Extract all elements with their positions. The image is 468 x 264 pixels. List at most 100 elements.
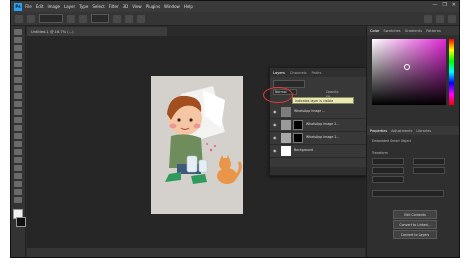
menu-edit[interactable]: Edit — [36, 4, 44, 9]
brush-tool-icon[interactable] — [14, 93, 22, 99]
tools-panel — [11, 26, 26, 257]
share-icon[interactable] — [448, 14, 456, 23]
layer-row[interactable]: ◉ WhatsApp Image ... — [270, 106, 368, 119]
layers-panel-tabs: Layers Channels Paths — [270, 68, 368, 77]
option-toggle-icon[interactable] — [67, 14, 75, 23]
frame-tool-icon[interactable] — [14, 69, 22, 75]
menu-filter[interactable]: Filter — [109, 4, 119, 9]
more-tools-icon[interactable] — [14, 197, 22, 203]
lasso-tool-icon[interactable] — [14, 45, 22, 51]
layers-panel: Layers Channels Paths Normal Opacity: Fi… — [269, 67, 369, 176]
tab-channels[interactable]: Channels — [290, 71, 307, 75]
tab-adjustments[interactable]: Adjustments — [391, 129, 412, 133]
marquee-tool-icon[interactable] — [14, 37, 22, 43]
type-tool-icon[interactable] — [14, 157, 22, 163]
menu-file[interactable]: File — [25, 4, 32, 9]
healing-tool-icon[interactable] — [14, 85, 22, 91]
align-icon[interactable] — [113, 14, 121, 23]
layer-thumbnail — [281, 120, 291, 130]
pen-tool-icon[interactable] — [14, 149, 22, 155]
hand-tool-icon[interactable] — [14, 181, 22, 187]
align-icon-2[interactable] — [125, 14, 133, 23]
tab-color[interactable]: Color — [370, 29, 379, 33]
photoshop-window: Ps File Edit Image Layer Type Select Fil… — [10, 0, 460, 258]
dodge-tool-icon[interactable] — [14, 141, 22, 147]
tab-patterns[interactable]: Patterns — [426, 29, 441, 33]
menu-plugins[interactable]: Plugins — [146, 4, 160, 9]
gradient-tool-icon[interactable] — [14, 125, 22, 131]
tab-libraries[interactable]: Libraries — [416, 129, 431, 133]
blur-tool-icon[interactable] — [14, 133, 22, 139]
menu-select[interactable]: Select — [92, 4, 104, 9]
align-icon-3[interactable] — [137, 14, 145, 23]
edit-contents-button[interactable]: Edit Contents — [393, 210, 437, 219]
hue-slider[interactable] — [449, 39, 454, 105]
layer-thumbnail — [281, 107, 291, 117]
angle-field[interactable] — [372, 176, 404, 183]
annotation-circle — [263, 87, 293, 103]
eraser-tool-icon[interactable] — [14, 117, 22, 123]
tab-swatches[interactable]: Swatches — [383, 29, 400, 33]
workspace-icon[interactable] — [436, 14, 444, 23]
layer-name: WhatsApp Image 2... — [306, 135, 340, 139]
color-picker-field[interactable] — [372, 39, 446, 105]
zoom-tool-icon[interactable] — [14, 189, 22, 195]
minimize-button[interactable]: — — [432, 2, 437, 8]
menu-window[interactable]: Window — [164, 4, 180, 9]
menu-image[interactable]: Image — [47, 4, 60, 9]
layer-mask-thumbnail — [293, 133, 303, 143]
visibility-eye-icon[interactable]: ◉ — [273, 148, 277, 153]
layer-row[interactable]: ◉ WhatsApp Image 2... — [270, 132, 368, 145]
options-bar — [11, 12, 459, 26]
layer-name: WhatsApp Image ... — [294, 109, 326, 113]
convert-to-layers-button[interactable]: Convert to Layers — [393, 230, 437, 239]
right-panel-dock: Color Swatches Gradients Patterns Proper… — [366, 26, 459, 257]
shape-tool-icon[interactable] — [14, 173, 22, 179]
tab-layers[interactable]: Layers — [273, 71, 285, 75]
visibility-eye-icon[interactable]: ◉ — [273, 122, 277, 127]
history-brush-tool-icon[interactable] — [14, 109, 22, 115]
menu-layer[interactable]: Layer — [64, 4, 75, 9]
layer-row[interactable]: ◉ WhatsApp Image 2... — [270, 119, 368, 132]
path-select-tool-icon[interactable] — [14, 165, 22, 171]
menu-help[interactable]: Help — [184, 4, 193, 9]
eyedropper-tool-icon[interactable] — [14, 77, 22, 83]
crop-tool-icon[interactable] — [14, 61, 22, 67]
tab-paths[interactable]: Paths — [312, 71, 322, 75]
search-icon[interactable] — [424, 14, 432, 23]
options-dropdown[interactable] — [39, 14, 63, 23]
layer-mask-thumbnail — [293, 120, 303, 130]
maximize-button[interactable]: ❐ — [442, 2, 446, 8]
option-toggle-icon-2[interactable] — [79, 14, 87, 23]
quick-select-tool-icon[interactable] — [14, 53, 22, 59]
x-field[interactable] — [413, 158, 445, 165]
source-file-field[interactable] — [372, 190, 444, 197]
convert-to-linked-button[interactable]: Convert to Linked... — [393, 220, 437, 229]
menu-view[interactable]: View — [132, 4, 142, 9]
options-field[interactable] — [91, 14, 109, 23]
tab-properties[interactable]: Properties — [370, 129, 387, 133]
tab-gradients[interactable]: Gradients — [405, 29, 423, 33]
visibility-eye-icon[interactable]: ◉ — [273, 109, 277, 114]
close-button[interactable]: ✕ — [452, 2, 456, 8]
tool-preset-icon[interactable] — [27, 14, 35, 23]
menu-type[interactable]: Type — [79, 4, 88, 9]
width-field[interactable] — [372, 158, 404, 165]
illustration-image — [165, 86, 242, 184]
properties-kind: Embedded Smart Object — [372, 139, 412, 143]
stamp-tool-icon[interactable] — [14, 101, 22, 107]
move-tool-icon[interactable] — [14, 29, 22, 35]
menu-bar: Ps File Edit Image Layer Type Select Fil… — [11, 1, 459, 12]
document-tab[interactable]: Untitled-1 @ 16.7% (...) — [27, 27, 167, 36]
visibility-eye-icon[interactable]: ◉ — [273, 135, 277, 140]
color-picker-handle[interactable] — [404, 64, 410, 70]
home-icon[interactable] — [15, 14, 23, 23]
document-canvas[interactable] — [151, 76, 243, 214]
height-field[interactable] — [372, 167, 404, 174]
layer-name: WhatsApp Image 2... — [306, 122, 340, 126]
menu-3d[interactable]: 3D — [123, 4, 129, 9]
y-field[interactable] — [413, 167, 445, 174]
properties-panel-tabs: Properties Adjustments Libraries — [367, 126, 459, 135]
layer-row[interactable]: ◉ Background — [270, 145, 368, 158]
background-color-swatch[interactable] — [16, 217, 26, 227]
